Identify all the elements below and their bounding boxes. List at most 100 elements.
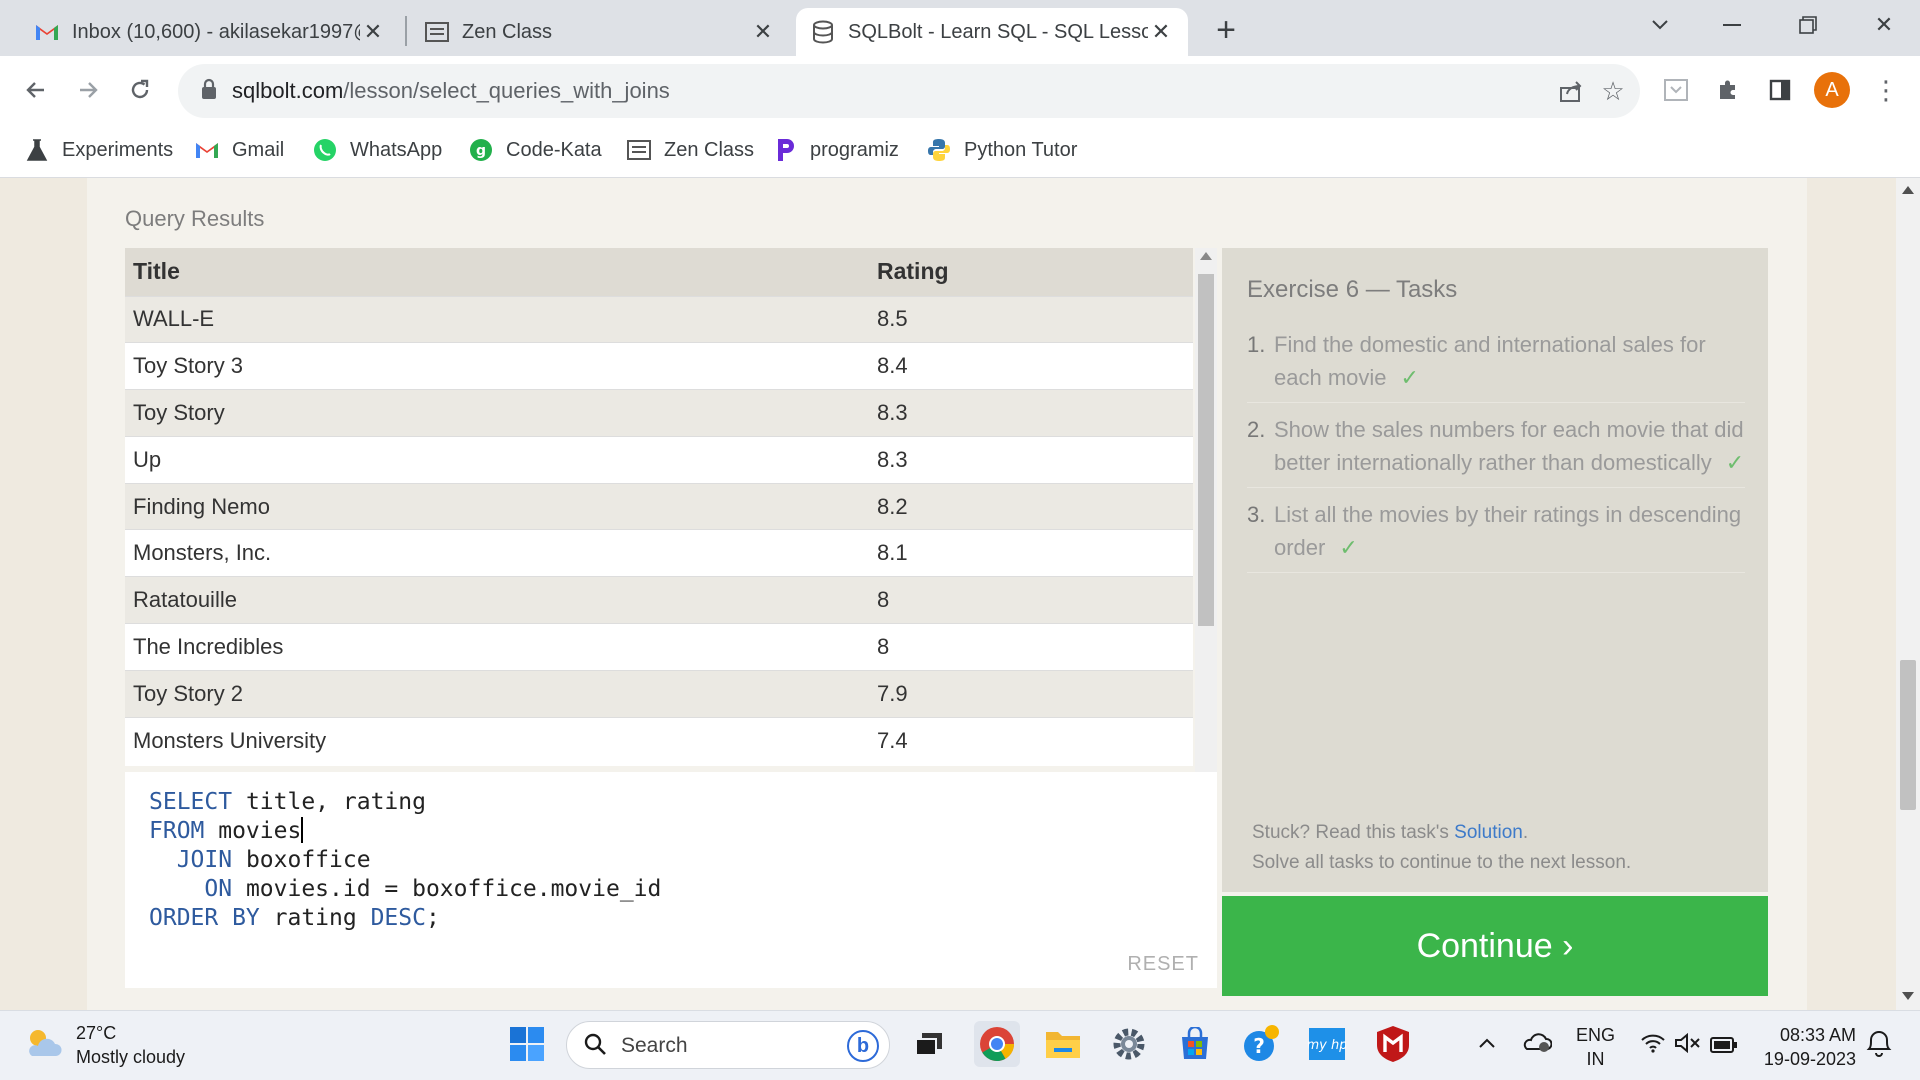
table-row: The Incredibles 8: [125, 623, 1193, 671]
chevron-up-icon[interactable]: [1478, 1031, 1496, 1055]
taskbar-search[interactable]: Search b: [566, 1021, 890, 1069]
cell-rating: 8.3: [869, 435, 1193, 484]
more-menu-icon[interactable]: ⋮: [1870, 74, 1902, 106]
bookmarks-bar: Experiments Gmail WhatsApp g Code-Kata Z…: [0, 124, 1920, 178]
minimize-icon[interactable]: [1702, 0, 1762, 50]
tasks-heading: Exercise 6 — Tasks: [1247, 276, 1458, 303]
scroll-up-arrow-icon[interactable]: [1200, 252, 1212, 260]
solution-link[interactable]: Solution: [1454, 822, 1523, 843]
cell-title: Toy Story: [125, 389, 869, 437]
cell-title: Ratatouille: [125, 576, 869, 624]
share-icon[interactable]: [1556, 76, 1586, 106]
zen-class-icon: [626, 137, 652, 163]
scroll-down-arrow-icon[interactable]: [1902, 992, 1914, 1000]
sql-keyword: FROM: [149, 818, 205, 844]
onedrive-icon[interactable]: [1522, 1029, 1553, 1059]
bookmark-gmail[interactable]: Gmail: [194, 134, 284, 166]
flask-icon: [24, 137, 50, 163]
table-row: WALL-E 8.5: [125, 295, 1193, 343]
cell-title: Finding Nemo: [125, 482, 869, 530]
svg-text:my hp: my hp: [1308, 1038, 1346, 1053]
lock-icon[interactable]: [200, 78, 218, 105]
side-panel-icon[interactable]: [1764, 74, 1796, 106]
tab-search-icon[interactable]: [1630, 0, 1690, 50]
help-icon[interactable]: ?: [1238, 1021, 1284, 1067]
page-scroll-thumb[interactable]: [1900, 660, 1916, 810]
tab-gmail[interactable]: Inbox (10,600) - akilasekar1997@ ✕: [20, 8, 400, 56]
sql-code[interactable]: SELECT title, rating FROM movies JOIN box…: [149, 788, 661, 933]
cell-rating: 8.3: [869, 389, 1193, 437]
battery-icon[interactable]: [1710, 1035, 1738, 1059]
restore-icon[interactable]: [1778, 0, 1838, 50]
browser-toolbar: sqlbolt.com/lesson/select_queries_with_j…: [0, 56, 1920, 124]
myhp-icon[interactable]: my hp: [1304, 1021, 1350, 1067]
bookmark-python-tutor[interactable]: Python Tutor: [926, 134, 1077, 166]
address-bar[interactable]: sqlbolt.com/lesson/select_queries_with_j…: [178, 64, 1640, 118]
gmail-icon: [194, 137, 220, 163]
wifi-icon[interactable]: [1640, 1033, 1666, 1059]
volume-muted-icon[interactable]: [1674, 1032, 1702, 1059]
back-icon[interactable]: [16, 70, 56, 110]
continue-button[interactable]: Continue ›: [1222, 896, 1768, 996]
checkmark-icon: ✓: [1400, 365, 1419, 390]
mcafee-icon[interactable]: [1370, 1021, 1416, 1067]
sql-text: movies.id = boxoffice.movie_id: [232, 876, 662, 902]
reset-button[interactable]: RESET: [1127, 953, 1199, 976]
file-explorer-icon[interactable]: [1040, 1021, 1086, 1067]
extension-icon[interactable]: [1660, 74, 1692, 106]
sql-keyword: JOIN: [149, 847, 233, 873]
cell-rating: 8: [869, 623, 1193, 671]
cell-title: Monsters, Inc.: [125, 529, 869, 577]
table-row: Toy Story 3 8.4: [125, 342, 1193, 390]
cell-title: WALL-E: [125, 295, 869, 343]
close-icon[interactable]: ✕: [750, 19, 776, 45]
scroll-thumb[interactable]: [1198, 274, 1214, 626]
tab-zen-class[interactable]: Zen Class ✕: [410, 8, 790, 56]
new-tab-button[interactable]: +: [1206, 10, 1246, 50]
puzzle-icon[interactable]: [1712, 74, 1744, 106]
bookmark-star-icon[interactable]: ☆: [1598, 76, 1628, 106]
bookmark-whatsapp[interactable]: WhatsApp: [312, 134, 442, 166]
reload-icon[interactable]: [120, 70, 160, 110]
windows-start-icon[interactable]: [504, 1021, 550, 1067]
query-results-label: Query Results: [125, 206, 265, 231]
bookmark-zen-class[interactable]: Zen Class: [626, 134, 754, 166]
code-line: ORDER BY rating DESC;: [149, 904, 661, 933]
column-header-rating: Rating: [869, 248, 1193, 296]
task-number: 2.: [1247, 417, 1266, 442]
settings-gear-icon[interactable]: [1106, 1021, 1152, 1067]
solve-all-note: Solve all tasks to continue to the next …: [1252, 852, 1632, 873]
close-icon[interactable]: ✕: [360, 19, 386, 45]
task-text: Find the domestic and international sale…: [1274, 332, 1706, 390]
page-content: Query Results Title Rating WALL-E 8.5 Toy …: [0, 178, 1896, 1010]
cell-title: Toy Story 2: [125, 669, 869, 718]
clock[interactable]: 08:33 AM 19-09-2023: [1756, 1023, 1856, 1071]
forward-icon[interactable]: [68, 70, 108, 110]
zen-class-icon: [424, 19, 450, 45]
cell-rating: 8.5: [869, 295, 1193, 343]
weather-widget[interactable]: 27°C Mostly cloudy: [24, 1021, 185, 1069]
task-view-icon[interactable]: [906, 1021, 952, 1067]
scroll-up-arrow-icon[interactable]: [1902, 186, 1914, 194]
tab-sqlbolt[interactable]: SQLBolt - Learn SQL - SQL Lesson ✕: [796, 8, 1188, 56]
bing-icon[interactable]: b: [847, 1030, 879, 1062]
microsoft-store-icon[interactable]: [1172, 1021, 1218, 1067]
task-item: 2. Show the sales numbers for each movie …: [1247, 413, 1745, 488]
guvi-icon: g: [468, 137, 494, 163]
task-list: 1. Find the domestic and international sa…: [1247, 328, 1745, 583]
chrome-icon[interactable]: [974, 1021, 1020, 1067]
language-indicator[interactable]: ENG IN: [1576, 1023, 1615, 1071]
sql-editor[interactable]: SELECT title, rating FROM movies JOIN box…: [125, 772, 1217, 988]
cell-title: The Incredibles: [125, 623, 869, 671]
bookmark-experiments[interactable]: Experiments: [24, 134, 173, 166]
bookmark-programiz[interactable]: programiz: [772, 134, 899, 166]
notification-icon[interactable]: [1866, 1029, 1892, 1063]
cell-rating: 8.4: [869, 342, 1193, 390]
close-icon[interactable]: ✕: [1148, 19, 1174, 45]
page-scrollbar[interactable]: [1896, 178, 1920, 1010]
profile-avatar[interactable]: A: [1814, 72, 1850, 108]
window-close-icon[interactable]: ✕: [1854, 0, 1914, 50]
svg-text:?: ?: [1253, 1034, 1265, 1058]
bookmark-code-kata[interactable]: g Code-Kata: [468, 134, 602, 166]
sql-keyword: SELECT: [149, 789, 233, 815]
